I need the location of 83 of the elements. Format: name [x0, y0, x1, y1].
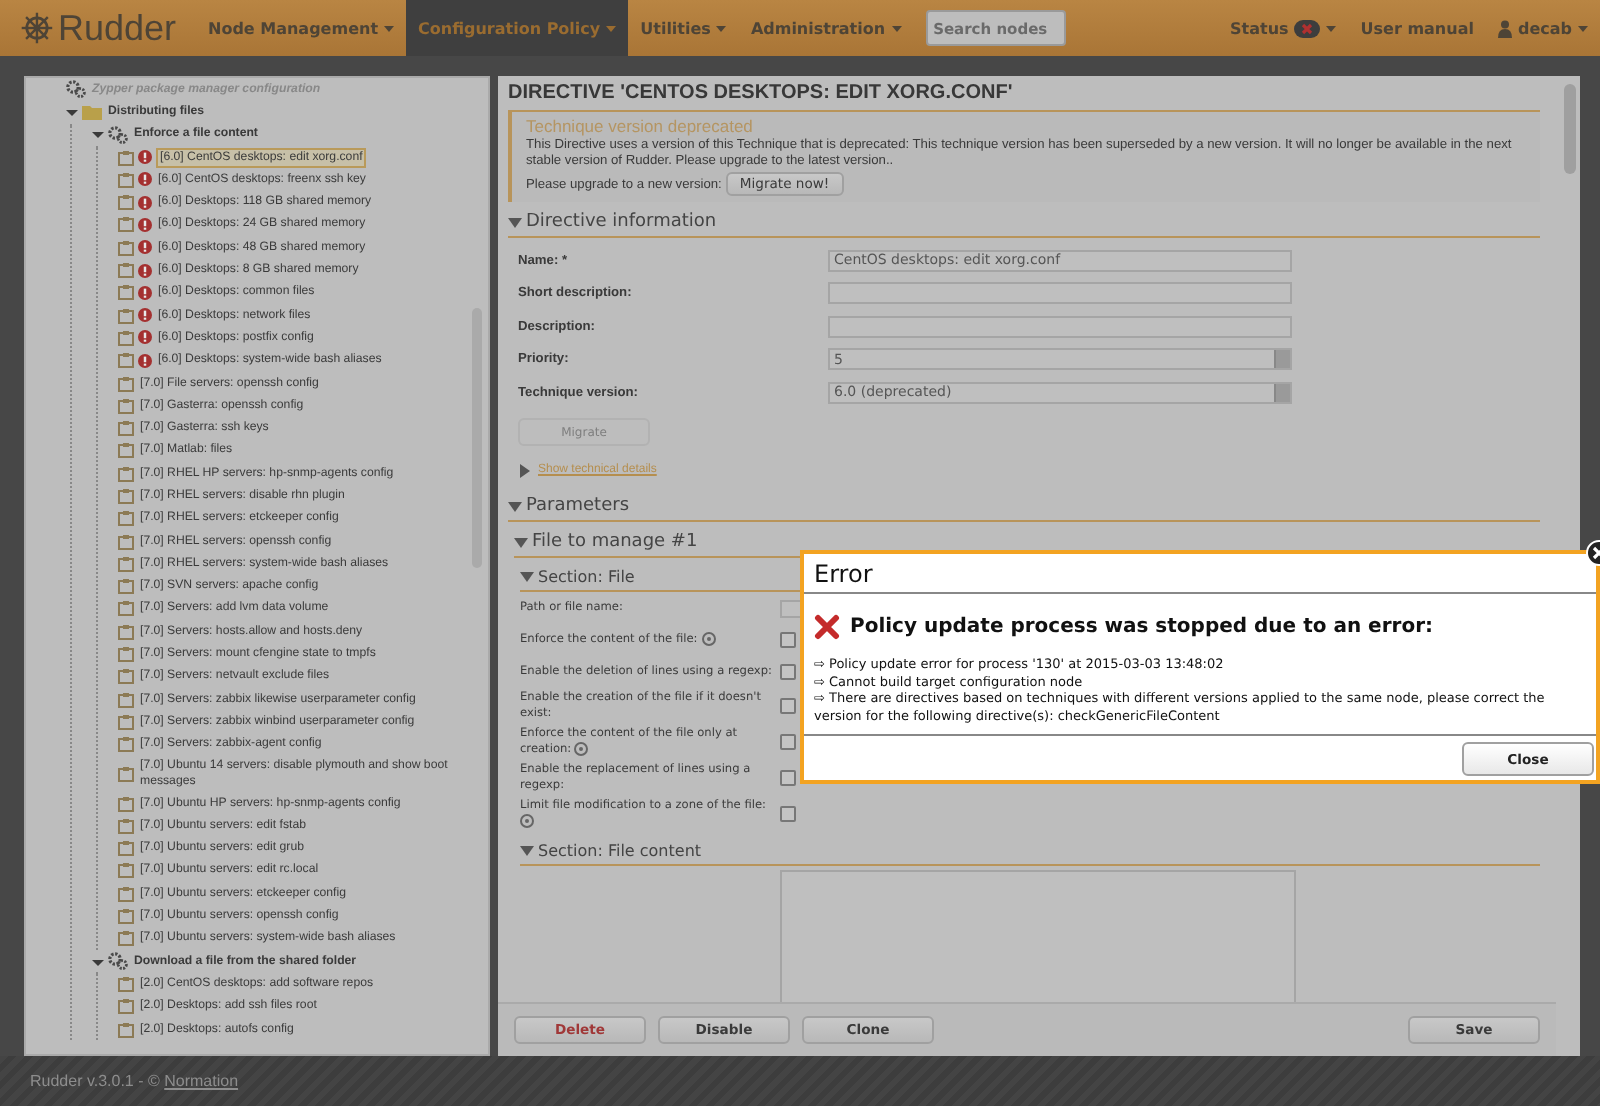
- dialog-title: Error: [804, 554, 1596, 594]
- clipboard-icon: [118, 397, 134, 414]
- toggle-icon[interactable]: [66, 105, 78, 118]
- checkbox[interactable]: [780, 664, 796, 680]
- caret-icon: [1578, 25, 1588, 31]
- clipboard-icon: [118, 691, 134, 708]
- clipboard-icon: [118, 465, 134, 482]
- ship-wheel-icon: [20, 8, 54, 48]
- section-title: File to manage #1: [532, 532, 698, 552]
- clipboard-icon: [118, 352, 134, 369]
- clipboard-icon: [118, 713, 134, 730]
- checkbox[interactable]: [780, 698, 796, 714]
- clipboard-icon: [118, 284, 134, 301]
- error-heading: Policy update process was stopped due to an error:: [850, 616, 1433, 638]
- section-title: Parameters: [526, 496, 630, 516]
- clipboard-icon: [118, 375, 134, 391]
- clipboard-icon: [118, 533, 134, 550]
- triangle-icon[interactable]: [514, 535, 528, 549]
- clipboard-icon: [118, 420, 134, 437]
- clipboard-icon: [118, 975, 134, 992]
- clipboard-icon: [118, 510, 134, 527]
- clipboard-icon: [118, 442, 134, 459]
- clipboard-icon: [118, 908, 134, 925]
- clipboard-icon: [118, 600, 134, 617]
- clipboard-icon: [118, 998, 134, 1015]
- clipboard-icon: [118, 149, 134, 166]
- clipboard-icon: [118, 736, 134, 753]
- folder-icon: [82, 103, 102, 120]
- clipboard-icon: [118, 487, 134, 504]
- clipboard-icon: [118, 578, 134, 595]
- triangle-icon[interactable]: [508, 499, 522, 513]
- directive-title: DIRECTIVE 'CENTOS DESKTOPS: EDIT XORG.CONF': [508, 82, 1015, 104]
- checkbox[interactable]: [780, 770, 796, 787]
- triangle-icon[interactable]: [520, 570, 534, 584]
- logo-text: Rudder: [57, 7, 176, 49]
- clipboard-icon: [118, 239, 134, 256]
- triangle-icon[interactable]: [518, 463, 532, 477]
- gears-icon: [108, 952, 128, 971]
- clipboard-icon: [118, 646, 134, 663]
- caret-icon: [1326, 25, 1337, 31]
- clipboard-icon: [118, 555, 134, 572]
- toggle-icon[interactable]: [92, 955, 104, 968]
- toggle-icon[interactable]: [92, 128, 104, 141]
- clipboard-icon: [118, 171, 134, 188]
- checkbox[interactable]: [780, 806, 796, 823]
- clipboard-icon: [118, 262, 134, 279]
- warning-title: Technique version deprecated: [526, 116, 755, 136]
- clipboard-icon: [118, 1021, 134, 1038]
- scrollbar[interactable]: [1564, 84, 1576, 174]
- clipboard-icon: [118, 216, 134, 233]
- caret-icon: [606, 25, 617, 31]
- help-icon[interactable]: [574, 742, 589, 756]
- gears-icon: [108, 125, 128, 144]
- text-field[interactable]: [828, 282, 1292, 305]
- clipboard-icon: [118, 307, 134, 324]
- caret-icon: [384, 25, 395, 31]
- clipboard-icon: [118, 862, 134, 879]
- clipboard-icon: [118, 765, 134, 782]
- clipboard-icon: [118, 329, 134, 346]
- user-icon: [1497, 19, 1512, 37]
- gears-icon: [66, 80, 86, 99]
- section-title: Section: File content: [538, 842, 702, 861]
- clipboard-icon: [118, 623, 134, 640]
- clipboard-icon: [118, 194, 134, 211]
- checkbox[interactable]: [780, 632, 796, 648]
- clipboard-icon: [118, 930, 134, 947]
- clipboard-icon: [118, 668, 134, 685]
- clipboard-icon: [118, 795, 134, 812]
- triangle-icon[interactable]: [508, 215, 522, 229]
- clipboard-icon: [118, 885, 134, 902]
- section-title: Directive information: [526, 212, 717, 232]
- clipboard-icon: [118, 817, 134, 834]
- cross-icon: [814, 614, 840, 640]
- caret-icon: [891, 25, 902, 31]
- section-title: Section: File: [538, 568, 635, 586]
- help-icon[interactable]: [520, 814, 534, 829]
- triangle-icon[interactable]: [520, 844, 534, 859]
- clipboard-icon: [118, 840, 134, 857]
- help-icon[interactable]: [701, 631, 716, 646]
- checkbox[interactable]: [780, 734, 796, 751]
- caret-icon: [716, 25, 727, 31]
- footer-text: Rudder v.3.0.1 - ©: [30, 1072, 160, 1090]
- error-badge-icon: [1294, 19, 1321, 37]
